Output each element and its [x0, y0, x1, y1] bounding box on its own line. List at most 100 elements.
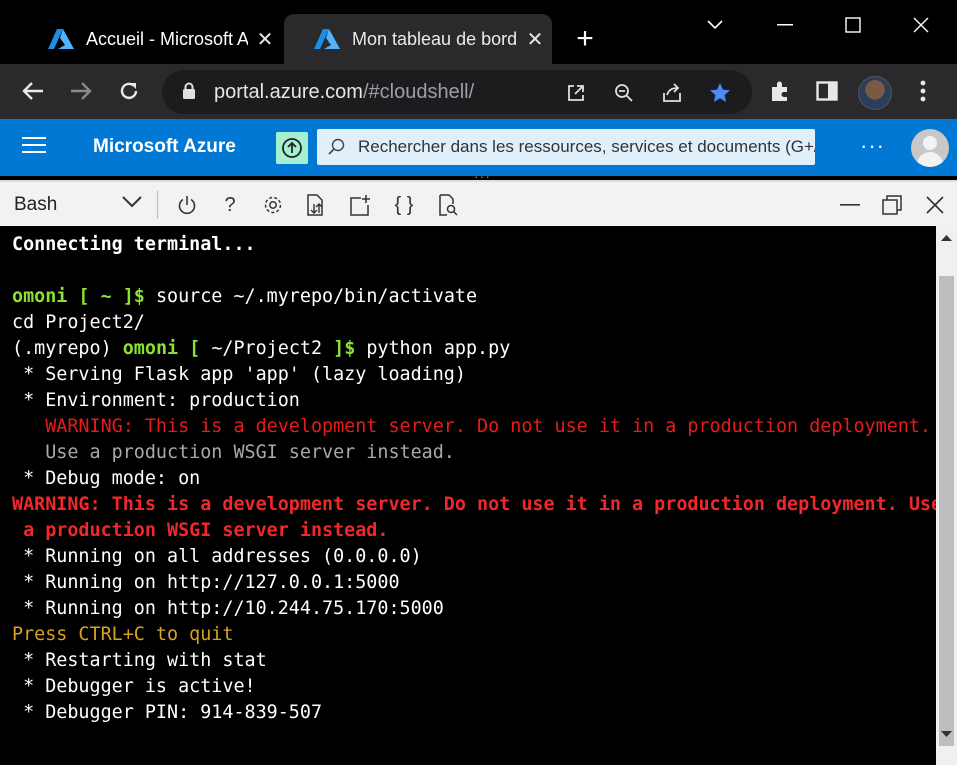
terminal-line: * Running on all addresses (0.0.0.0) — [12, 544, 936, 570]
terminal-line: * Debugger PIN: 914-839-507 — [12, 700, 936, 726]
chevron-down-icon[interactable] — [122, 196, 142, 208]
minimize-window-icon[interactable] — [762, 8, 808, 42]
search-placeholder: Rechercher dans les ressources, services… — [358, 137, 815, 156]
tab-search-chevron-icon[interactable] — [692, 8, 738, 42]
terminal-line: (.myrepo) omoni [ ~/Project2 ]$ python a… — [12, 336, 936, 362]
braces-icon[interactable]: { } — [390, 191, 418, 219]
url-host: portal.azure.com — [214, 81, 363, 103]
terminal-line: omoni [ ~ ]$ source ~/.myrepo/bin/activa… — [12, 284, 936, 310]
zoom-icon[interactable] — [610, 79, 638, 107]
terminal-text: Connecting terminal... — [12, 234, 256, 255]
terminal-line: cd Project2/ — [12, 310, 936, 336]
terminal-line: * Debug mode: on — [12, 466, 936, 492]
terminal-line: WARNING: This is a development server. D… — [12, 492, 936, 518]
terminal-line: Connecting terminal... — [12, 232, 936, 258]
browser-toolbar: portal.azure.com/#cloudshell/ — [0, 64, 957, 119]
terminal-text: omoni [ ~ ]$ — [12, 286, 145, 307]
terminal-line: * Environment: production — [12, 388, 936, 414]
reload-button[interactable] — [112, 74, 146, 108]
toolbar-divider — [157, 191, 158, 219]
terminal-text: cd Project2/ — [12, 312, 145, 333]
open-in-app-icon[interactable] — [562, 79, 590, 107]
power-icon[interactable] — [173, 191, 201, 219]
minimize-panel-icon[interactable] — [836, 191, 864, 219]
terminal-text: (.myrepo) — [12, 338, 123, 359]
azure-logo-icon — [314, 29, 340, 49]
url-text: portal.azure.com/#cloudshell/ — [214, 81, 474, 104]
share-icon[interactable] — [658, 79, 686, 107]
terminal-text: * Running on all addresses (0.0.0.0) — [12, 546, 422, 567]
terminal-text: * Running on http://10.244.75.170:5000 — [12, 598, 444, 619]
search-icon — [328, 138, 345, 155]
scroll-down-icon[interactable] — [941, 730, 952, 738]
terminal-line: * Serving Flask app 'app' (lazy loading) — [12, 362, 936, 388]
terminal-output[interactable]: Connecting terminal... omoni [ ~ ]$ sourc… — [0, 226, 936, 765]
close-panel-icon[interactable] — [921, 191, 949, 219]
open-editor-icon[interactable] — [346, 191, 374, 219]
terminal-text: Use a production WSGI server instead. — [12, 442, 455, 463]
terminal-text: ~/Project2 — [211, 338, 323, 359]
menu-icon[interactable] — [906, 74, 940, 108]
scroll-up-icon[interactable] — [941, 234, 952, 242]
back-button[interactable] — [16, 74, 50, 108]
terminal-text: omoni [ — [122, 338, 212, 359]
settings-icon[interactable] — [259, 191, 287, 219]
terminal-line: * Running on http://127.0.0.1:5000 — [12, 570, 936, 596]
terminal-text: * Restarting with stat — [12, 650, 267, 671]
azure-search-input[interactable]: Rechercher dans les ressources, services… — [317, 129, 815, 165]
upload-download-icon[interactable] — [302, 191, 330, 219]
upgrade-icon[interactable] — [276, 132, 308, 164]
terminal-scrollbar[interactable] — [936, 226, 957, 765]
terminal-text: Press CTRL+C to quit — [12, 624, 234, 645]
tab-title: Mon tableau de bord - Microsoft Azure — [352, 28, 518, 49]
azure-logo-icon — [48, 29, 74, 49]
close-tab-icon[interactable]: ✕ — [248, 27, 282, 52]
more-options-icon[interactable]: ··· — [860, 133, 885, 159]
scroll-thumb[interactable] — [939, 276, 954, 746]
shell-type-select[interactable]: Bash — [14, 194, 57, 216]
hamburger-menu-icon[interactable] — [22, 137, 46, 157]
resize-grip[interactable]: ··· — [474, 169, 491, 183]
terminal-text: * Debugger PIN: 914-839-507 — [12, 702, 323, 723]
browser-tab-strip: Accueil - Microsoft Azure ✕ Mon tableau … — [0, 0, 957, 64]
profile-avatar[interactable] — [858, 76, 892, 110]
maximize-panel-icon[interactable] — [878, 191, 906, 219]
terminal-text: a production WSGI server instead. — [12, 520, 389, 541]
bookmark-star-icon[interactable] — [706, 79, 734, 107]
cloud-shell-toolbar: Bash ? { } — [0, 180, 957, 226]
maximize-window-icon[interactable] — [830, 8, 876, 42]
tab-accueil[interactable]: Accueil - Microsoft Azure ✕ — [18, 14, 282, 64]
terminal-text: * Running on http://127.0.0.1:5000 — [12, 572, 400, 593]
lock-icon — [183, 82, 195, 99]
terminal-text: python app.py — [355, 338, 511, 359]
terminal-line: Use a production WSGI server instead. — [12, 440, 936, 466]
new-tab-button[interactable]: + — [566, 22, 604, 56]
forward-button[interactable] — [64, 74, 98, 108]
close-window-icon[interactable] — [898, 8, 944, 42]
azure-brand[interactable]: Microsoft Azure — [93, 136, 236, 158]
terminal-text: * Serving Flask app 'app' (lazy loading) — [12, 364, 466, 385]
terminal-text: ]$ — [322, 338, 356, 359]
terminal-text: * Debugger is active! — [12, 676, 256, 697]
extensions-icon[interactable] — [763, 74, 797, 108]
help-icon[interactable]: ? — [216, 191, 244, 219]
terminal-line: * Debugger is active! — [12, 674, 936, 700]
tab-mon-tableau-de-bord[interactable]: Mon tableau de bord - Microsoft Azure ✕ — [284, 14, 552, 64]
user-avatar[interactable] — [911, 129, 949, 167]
side-panel-icon[interactable] — [810, 74, 844, 108]
terminal-text: * Environment: production — [12, 390, 300, 411]
tab-title: Accueil - Microsoft Azure — [86, 28, 248, 49]
address-bar[interactable]: portal.azure.com/#cloudshell/ — [162, 70, 752, 114]
terminal-line: Press CTRL+C to quit — [12, 622, 936, 648]
url-path: /#cloudshell/ — [362, 81, 475, 103]
web-preview-icon[interactable] — [434, 191, 462, 219]
terminal-text: WARNING: This is a development server. D… — [12, 494, 936, 515]
terminal-text: * Debug mode: on — [12, 468, 201, 489]
terminal-text: source ~/.myrepo/bin/activate — [144, 286, 478, 307]
terminal-line: WARNING: This is a development server. D… — [12, 414, 936, 440]
terminal-line: * Restarting with stat — [12, 648, 936, 674]
terminal-text: WARNING: This is a development server. D… — [12, 416, 931, 437]
terminal-line: * Running on http://10.244.75.170:5000 — [12, 596, 936, 622]
close-tab-icon[interactable]: ✕ — [518, 27, 552, 52]
